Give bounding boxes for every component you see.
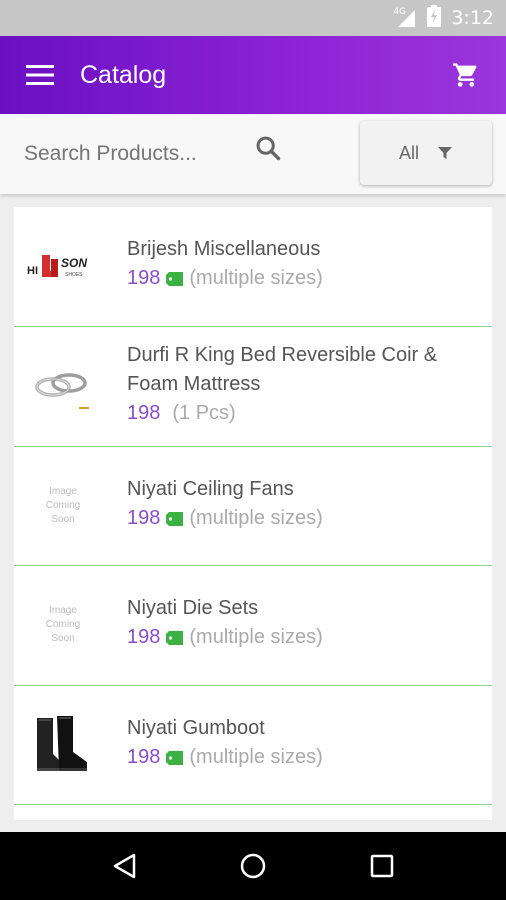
product-name: Niyati Ceiling Fans bbox=[127, 478, 294, 500]
placeholder-line: Coming bbox=[45, 500, 81, 511]
product-list: HI SON SHOES Brijesh Miscellaneous 198 (… bbox=[14, 207, 492, 820]
product-item[interactable]: Image Coming Soon Niyati Ceiling Fans 19… bbox=[14, 447, 492, 566]
filter-label: All bbox=[398, 142, 419, 163]
product-size: (multiple sizes) bbox=[189, 746, 323, 768]
hillson-logo-icon: HI SON SHOES bbox=[27, 255, 87, 278]
svg-text:HI: HI bbox=[27, 265, 38, 277]
product-name: Niyati Gumboot bbox=[127, 717, 265, 739]
signal-icon: 4G bbox=[393, 7, 417, 28]
search-icon bbox=[256, 136, 281, 161]
product-meta: 198 (multiple sizes) bbox=[127, 746, 482, 769]
svg-text:SON: SON bbox=[61, 256, 87, 270]
status-icons: 4G 3:12 bbox=[393, 4, 494, 32]
search-button[interactable] bbox=[254, 134, 282, 167]
system-nav-bar bbox=[0, 832, 506, 900]
product-meta: 198 (multiple sizes) bbox=[127, 267, 482, 290]
filter-button[interactable]: All bbox=[360, 121, 492, 185]
product-size: (multiple sizes) bbox=[189, 507, 323, 529]
product-meta: 198 (1 Pcs) bbox=[127, 402, 482, 425]
tag-icon bbox=[166, 511, 184, 526]
status-time: 3:12 bbox=[451, 7, 494, 29]
product-thumbnail bbox=[22, 710, 104, 780]
placeholder-line: Soon bbox=[51, 633, 75, 644]
tag-icon bbox=[166, 750, 184, 765]
product-item[interactable]: HI SON SHOES Brijesh Miscellaneous 198 (… bbox=[14, 207, 492, 327]
image-placeholder: Image Coming Soon bbox=[46, 604, 80, 646]
placeholder-line: Soon bbox=[51, 514, 75, 525]
tag-icon bbox=[166, 630, 184, 645]
product-size: (multiple sizes) bbox=[189, 267, 323, 289]
product-item[interactable]: Niyati Gumboot 198 (multiple sizes) bbox=[14, 686, 492, 805]
svg-text:SHOES: SHOES bbox=[65, 272, 83, 278]
back-button[interactable] bbox=[94, 836, 154, 896]
product-name: Niyati Die Sets bbox=[127, 597, 259, 619]
status-bar: 4G 3:12 bbox=[0, 0, 506, 36]
product-size: (multiple sizes) bbox=[189, 626, 323, 648]
network-label: 4G bbox=[393, 7, 407, 17]
product-info: Brijesh Miscellaneous 198 (multiple size… bbox=[127, 235, 482, 290]
gumboot-icon bbox=[37, 716, 87, 771]
cart-icon bbox=[453, 63, 477, 87]
product-price: 198 bbox=[127, 402, 161, 424]
ring-icon bbox=[35, 373, 89, 409]
product-meta: 198 (multiple sizes) bbox=[127, 507, 482, 530]
placeholder-line: Image bbox=[49, 605, 77, 616]
image-placeholder: Image Coming Soon bbox=[46, 485, 80, 527]
product-price: 198 bbox=[127, 626, 161, 648]
menu-button[interactable] bbox=[0, 36, 80, 114]
product-thumbnail: Image Coming Soon bbox=[22, 590, 104, 660]
product-item[interactable]: Image Coming Soon Niyati Die Sets 198 (m… bbox=[14, 566, 492, 686]
menu-icon bbox=[26, 65, 54, 85]
tag-icon bbox=[166, 271, 184, 286]
product-item[interactable]: Durfi R King Bed Reversible Coir & Foam … bbox=[14, 327, 492, 447]
search-input[interactable] bbox=[24, 136, 234, 172]
product-info: Niyati Gumboot 198 (multiple sizes) bbox=[127, 714, 482, 769]
product-thumbnail: HI SON SHOES bbox=[22, 232, 104, 302]
placeholder-line: Coming bbox=[45, 619, 81, 630]
home-button[interactable] bbox=[223, 836, 283, 896]
product-price: 198 bbox=[127, 507, 161, 529]
product-info: Niyati Ceiling Fans 198 (multiple sizes) bbox=[127, 475, 482, 530]
recents-icon bbox=[370, 854, 393, 878]
product-size: (1 Pcs) bbox=[172, 402, 236, 424]
recents-button[interactable] bbox=[352, 836, 412, 896]
product-info: Niyati Die Sets 198 (multiple sizes) bbox=[127, 594, 482, 649]
battery-icon bbox=[427, 4, 442, 32]
product-name: Durfi R King Bed Reversible Coir & Foam … bbox=[127, 344, 438, 395]
page-title: Catalog bbox=[80, 60, 167, 89]
filter-icon bbox=[438, 147, 452, 159]
back-icon bbox=[114, 853, 136, 879]
home-icon bbox=[240, 853, 266, 879]
product-info: Durfi R King Bed Reversible Coir & Foam … bbox=[127, 341, 482, 425]
product-thumbnail bbox=[22, 354, 104, 424]
product-meta: 198 (multiple sizes) bbox=[127, 626, 482, 649]
product-thumbnail: Image Coming Soon bbox=[22, 471, 104, 541]
product-price: 198 bbox=[127, 267, 161, 289]
app-bar: Catalog bbox=[0, 36, 506, 114]
placeholder-line: Image bbox=[49, 486, 77, 497]
product-name: Brijesh Miscellaneous bbox=[127, 238, 321, 260]
cart-button[interactable] bbox=[426, 36, 506, 114]
product-price: 198 bbox=[127, 746, 161, 768]
